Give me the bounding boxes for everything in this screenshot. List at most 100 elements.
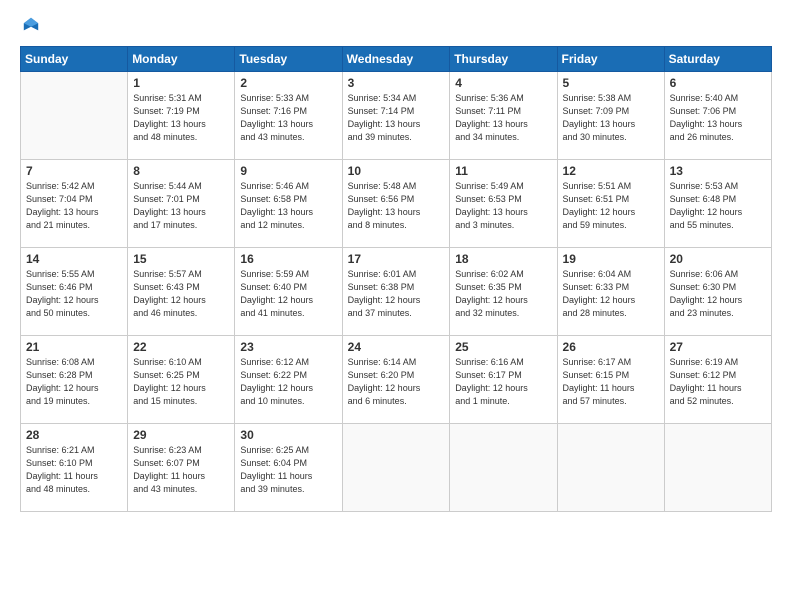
- calendar-cell: 18 Sunrise: 6:02 AM Sunset: 6:35 PM Dayli…: [450, 248, 557, 336]
- calendar-cell: 10 Sunrise: 5:48 AM Sunset: 6:56 PM Dayli…: [342, 160, 450, 248]
- week-row-4: 21 Sunrise: 6:08 AM Sunset: 6:28 PM Dayli…: [21, 336, 772, 424]
- day-info: Sunrise: 6:12 AM Sunset: 6:22 PM Dayligh…: [240, 356, 336, 408]
- day-number: 10: [348, 164, 445, 178]
- day-number: 2: [240, 76, 336, 90]
- day-number: 6: [670, 76, 766, 90]
- day-info: Sunrise: 6:10 AM Sunset: 6:25 PM Dayligh…: [133, 356, 229, 408]
- calendar-cell: [342, 424, 450, 512]
- day-number: 15: [133, 252, 229, 266]
- calendar-header-row: SundayMondayTuesdayWednesdayThursdayFrid…: [21, 47, 772, 72]
- calendar-cell: 24 Sunrise: 6:14 AM Sunset: 6:20 PM Dayli…: [342, 336, 450, 424]
- day-info: Sunrise: 6:06 AM Sunset: 6:30 PM Dayligh…: [670, 268, 766, 320]
- logo: [20, 18, 40, 36]
- day-info: Sunrise: 6:08 AM Sunset: 6:28 PM Dayligh…: [26, 356, 122, 408]
- calendar-cell: 25Sunrise: 6:16 AM Sunset: 6:17 PM Dayli…: [450, 336, 557, 424]
- day-number: 17: [348, 252, 445, 266]
- day-info: Sunrise: 5:34 AM Sunset: 7:14 PM Dayligh…: [348, 92, 445, 144]
- week-row-2: 7 Sunrise: 5:42 AM Sunset: 7:04 PM Daylig…: [21, 160, 772, 248]
- calendar-cell: 30 Sunrise: 6:25 AM Sunset: 6:04 PM Dayli…: [235, 424, 342, 512]
- day-number: 7: [26, 164, 122, 178]
- calendar-cell: 26 Sunrise: 6:17 AM Sunset: 6:15 PM Dayli…: [557, 336, 664, 424]
- day-number: 21: [26, 340, 122, 354]
- calendar-cell: 22 Sunrise: 6:10 AM Sunset: 6:25 PM Dayli…: [128, 336, 235, 424]
- day-info: Sunrise: 6:14 AM Sunset: 6:20 PM Dayligh…: [348, 356, 445, 408]
- calendar-cell: 17 Sunrise: 6:01 AM Sunset: 6:38 PM Dayli…: [342, 248, 450, 336]
- day-info: Sunrise: 6:25 AM Sunset: 6:04 PM Dayligh…: [240, 444, 336, 496]
- day-info: Sunrise: 5:49 AM Sunset: 6:53 PM Dayligh…: [455, 180, 551, 232]
- day-info: Sunrise: 5:46 AM Sunset: 6:58 PM Dayligh…: [240, 180, 336, 232]
- day-info: Sunrise: 5:59 AM Sunset: 6:40 PM Dayligh…: [240, 268, 336, 320]
- calendar-cell: 2 Sunrise: 5:33 AM Sunset: 7:16 PM Daylig…: [235, 72, 342, 160]
- calendar-cell: 1Sunrise: 5:31 AM Sunset: 7:19 PM Daylig…: [128, 72, 235, 160]
- day-number: 20: [670, 252, 766, 266]
- day-info: Sunrise: 6:04 AM Sunset: 6:33 PM Dayligh…: [563, 268, 659, 320]
- calendar-cell: 4 Sunrise: 5:36 AM Sunset: 7:11 PM Daylig…: [450, 72, 557, 160]
- col-header-sunday: Sunday: [21, 47, 128, 72]
- day-info: Sunrise: 5:31 AM Sunset: 7:19 PM Dayligh…: [133, 92, 229, 144]
- day-info: Sunrise: 5:57 AM Sunset: 6:43 PM Dayligh…: [133, 268, 229, 320]
- calendar-cell: 9 Sunrise: 5:46 AM Sunset: 6:58 PM Daylig…: [235, 160, 342, 248]
- day-number: 23: [240, 340, 336, 354]
- col-header-monday: Monday: [128, 47, 235, 72]
- day-number: 26: [563, 340, 659, 354]
- calendar-cell: 16 Sunrise: 5:59 AM Sunset: 6:40 PM Dayli…: [235, 248, 342, 336]
- calendar: SundayMondayTuesdayWednesdayThursdayFrid…: [20, 46, 772, 512]
- calendar-cell: 27 Sunrise: 6:19 AM Sunset: 6:12 PM Dayli…: [664, 336, 771, 424]
- day-info: Sunrise: 5:48 AM Sunset: 6:56 PM Dayligh…: [348, 180, 445, 232]
- calendar-cell: 5 Sunrise: 5:38 AM Sunset: 7:09 PM Daylig…: [557, 72, 664, 160]
- day-info: Sunrise: 5:33 AM Sunset: 7:16 PM Dayligh…: [240, 92, 336, 144]
- day-info: Sunrise: 6:01 AM Sunset: 6:38 PM Dayligh…: [348, 268, 445, 320]
- calendar-cell: [664, 424, 771, 512]
- day-number: 8: [133, 164, 229, 178]
- day-number: 27: [670, 340, 766, 354]
- day-number: 24: [348, 340, 445, 354]
- day-info: Sunrise: 5:53 AM Sunset: 6:48 PM Dayligh…: [670, 180, 766, 232]
- day-info: Sunrise: 5:40 AM Sunset: 7:06 PM Dayligh…: [670, 92, 766, 144]
- calendar-cell: 20 Sunrise: 6:06 AM Sunset: 6:30 PM Dayli…: [664, 248, 771, 336]
- day-number: 5: [563, 76, 659, 90]
- week-row-3: 14Sunrise: 5:55 AM Sunset: 6:46 PM Dayli…: [21, 248, 772, 336]
- day-info: Sunrise: 6:23 AM Sunset: 6:07 PM Dayligh…: [133, 444, 229, 496]
- calendar-cell: [21, 72, 128, 160]
- day-info: Sunrise: 5:42 AM Sunset: 7:04 PM Dayligh…: [26, 180, 122, 232]
- calendar-cell: 14Sunrise: 5:55 AM Sunset: 6:46 PM Dayli…: [21, 248, 128, 336]
- day-number: 4: [455, 76, 551, 90]
- calendar-cell: 15 Sunrise: 5:57 AM Sunset: 6:43 PM Dayli…: [128, 248, 235, 336]
- calendar-cell: 19 Sunrise: 6:04 AM Sunset: 6:33 PM Dayli…: [557, 248, 664, 336]
- calendar-cell: 21 Sunrise: 6:08 AM Sunset: 6:28 PM Dayli…: [21, 336, 128, 424]
- day-number: 22: [133, 340, 229, 354]
- col-header-wednesday: Wednesday: [342, 47, 450, 72]
- day-number: 13: [670, 164, 766, 178]
- calendar-cell: 12Sunrise: 5:51 AM Sunset: 6:51 PM Dayli…: [557, 160, 664, 248]
- day-number: 18: [455, 252, 551, 266]
- day-info: Sunrise: 5:38 AM Sunset: 7:09 PM Dayligh…: [563, 92, 659, 144]
- day-number: 16: [240, 252, 336, 266]
- col-header-thursday: Thursday: [450, 47, 557, 72]
- calendar-cell: 7 Sunrise: 5:42 AM Sunset: 7:04 PM Daylig…: [21, 160, 128, 248]
- day-number: 9: [240, 164, 336, 178]
- calendar-cell: 11 Sunrise: 5:49 AM Sunset: 6:53 PM Dayli…: [450, 160, 557, 248]
- day-info: Sunrise: 6:17 AM Sunset: 6:15 PM Dayligh…: [563, 356, 659, 408]
- col-header-tuesday: Tuesday: [235, 47, 342, 72]
- logo-icon: [22, 16, 40, 34]
- calendar-cell: 29Sunrise: 6:23 AM Sunset: 6:07 PM Dayli…: [128, 424, 235, 512]
- calendar-cell: 23 Sunrise: 6:12 AM Sunset: 6:22 PM Dayli…: [235, 336, 342, 424]
- day-info: Sunrise: 6:19 AM Sunset: 6:12 PM Dayligh…: [670, 356, 766, 408]
- day-number: 19: [563, 252, 659, 266]
- week-row-1: 1Sunrise: 5:31 AM Sunset: 7:19 PM Daylig…: [21, 72, 772, 160]
- calendar-cell: 28Sunrise: 6:21 AM Sunset: 6:10 PM Dayli…: [21, 424, 128, 512]
- day-number: 30: [240, 428, 336, 442]
- calendar-cell: 3 Sunrise: 5:34 AM Sunset: 7:14 PM Daylig…: [342, 72, 450, 160]
- calendar-cell: 8 Sunrise: 5:44 AM Sunset: 7:01 PM Daylig…: [128, 160, 235, 248]
- day-info: Sunrise: 6:21 AM Sunset: 6:10 PM Dayligh…: [26, 444, 122, 496]
- col-header-saturday: Saturday: [664, 47, 771, 72]
- col-header-friday: Friday: [557, 47, 664, 72]
- day-info: Sunrise: 5:51 AM Sunset: 6:51 PM Dayligh…: [563, 180, 659, 232]
- day-info: Sunrise: 6:02 AM Sunset: 6:35 PM Dayligh…: [455, 268, 551, 320]
- day-info: Sunrise: 5:44 AM Sunset: 7:01 PM Dayligh…: [133, 180, 229, 232]
- day-number: 3: [348, 76, 445, 90]
- calendar-cell: 6 Sunrise: 5:40 AM Sunset: 7:06 PM Daylig…: [664, 72, 771, 160]
- calendar-cell: [557, 424, 664, 512]
- day-number: 11: [455, 164, 551, 178]
- day-info: Sunrise: 5:36 AM Sunset: 7:11 PM Dayligh…: [455, 92, 551, 144]
